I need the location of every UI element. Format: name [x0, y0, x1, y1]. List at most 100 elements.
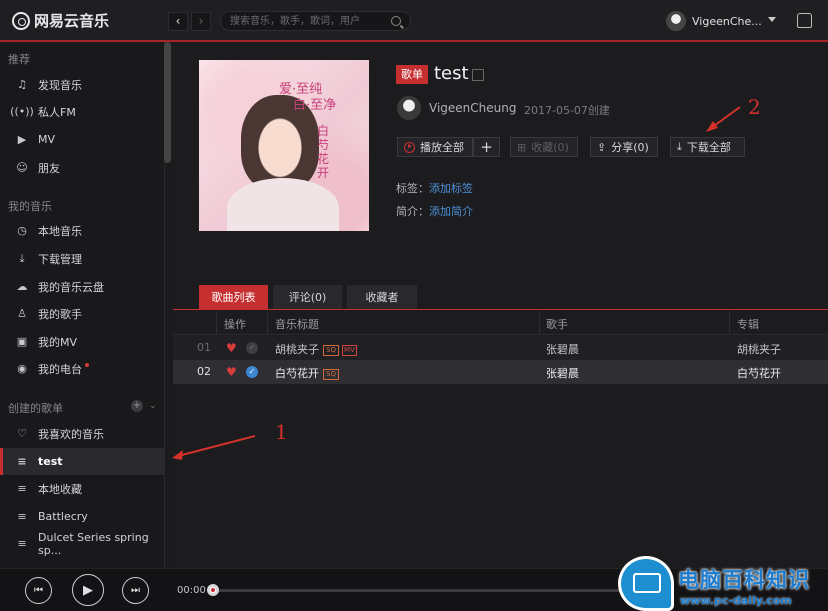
- chevron-down-icon[interactable]: [768, 17, 776, 22]
- playlist-icon: ≡: [17, 482, 27, 495]
- video-icon: ▶: [17, 133, 27, 146]
- column-header-album[interactable]: 专辑: [737, 316, 759, 332]
- play-all-button[interactable]: 播放全部: [397, 137, 473, 157]
- playlist-icon: ≡: [17, 537, 27, 550]
- row-index: 02: [197, 365, 211, 378]
- my-mv-icon: ▣: [16, 335, 28, 348]
- sidebar-item-singers[interactable]: ♙ 我的歌手: [0, 300, 164, 327]
- sidebar-item-label: 下载管理: [38, 252, 82, 266]
- creator-avatar[interactable]: [397, 96, 421, 120]
- song-title[interactable]: 胡桃夹子: [275, 343, 319, 356]
- play-icon: ▶: [83, 582, 93, 598]
- like-heart-icon[interactable]: ♥: [226, 342, 237, 354]
- tab-song-list[interactable]: 歌曲列表: [199, 285, 268, 309]
- song-album[interactable]: 白芍花开: [737, 365, 781, 381]
- sidebar-item-label: 私人FM: [38, 105, 76, 119]
- playlist-icon: ≡: [17, 510, 27, 523]
- monitor-icon: [633, 573, 661, 593]
- tab-subscribers[interactable]: 收藏者: [347, 285, 417, 309]
- table-row[interactable]: 01 ♥ ✓ 胡桃夹子 SQ MV 张碧晨 胡桃夹子: [173, 336, 828, 360]
- sidebar-item-my-mv[interactable]: ▣ 我的MV: [0, 328, 164, 355]
- sidebar-item-fm[interactable]: ((•)) 私人FM: [0, 98, 164, 125]
- user-avatar[interactable]: [666, 11, 686, 31]
- download-status-icon: ✓: [246, 342, 258, 354]
- progress-knob[interactable]: [207, 584, 219, 596]
- sidebar-item-cloud[interactable]: ☁ 我的音乐云盘: [0, 273, 164, 300]
- music-note-icon: ♫: [17, 78, 27, 91]
- creator-name[interactable]: VigeenCheung: [429, 101, 516, 115]
- song-title[interactable]: 白芍花开: [275, 367, 319, 380]
- table-row[interactable]: 02 ♥ ✓ 白芍花开 SQ 张碧晨 白芍花开: [173, 360, 828, 384]
- sidebar-item-label: 本地音乐: [38, 224, 82, 238]
- sq-quality-badge: SQ: [323, 368, 339, 380]
- app-logo[interactable]: 网易云音乐: [12, 10, 109, 31]
- play-all-label: 播放全部: [420, 141, 464, 154]
- song-album[interactable]: 胡桃夹子: [737, 341, 781, 357]
- column-header-artist[interactable]: 歌手: [546, 316, 568, 332]
- back-button[interactable]: ‹: [168, 12, 188, 31]
- tab-comments[interactable]: 评论(0): [273, 285, 342, 309]
- download-icon: ⤓: [19, 251, 25, 265]
- forward-button[interactable]: ›: [191, 12, 211, 31]
- sidebar-item-label: 我的电台: [38, 362, 82, 376]
- collect-button[interactable]: ⊞ 收藏(0): [510, 137, 578, 157]
- sidebar-item-playlist-test[interactable]: ≡ test: [0, 448, 164, 475]
- search-icon[interactable]: [391, 16, 401, 26]
- sidebar-item-playlist-dulcet[interactable]: ≡ Dulcet Series spring sp...: [0, 530, 164, 557]
- play-button[interactable]: ▶: [72, 574, 104, 606]
- heart-icon: ♡: [17, 427, 27, 440]
- notification-dot: [85, 362, 89, 367]
- column-header-title[interactable]: 音乐标题: [275, 316, 319, 332]
- cover-vertical-text: 白芍花开: [317, 124, 330, 180]
- sidebar-item-label: 我的MV: [38, 335, 78, 349]
- username[interactable]: VigeenChe...: [692, 15, 762, 28]
- edit-icon[interactable]: [472, 69, 484, 81]
- local-music-icon: ◷: [17, 224, 27, 237]
- sidebar-item-liked-music[interactable]: ♡ 我喜欢的音乐: [0, 420, 164, 447]
- add-tags-link[interactable]: 添加标签: [429, 180, 473, 196]
- download-icon: ⤓: [677, 140, 682, 153]
- next-track-button[interactable]: ⏭: [122, 577, 149, 604]
- column-divider: [216, 311, 217, 335]
- sidebar-item-label: 我喜欢的音乐: [38, 427, 104, 441]
- column-header-ops[interactable]: 操作: [224, 316, 246, 332]
- sq-quality-badge: SQ: [323, 344, 339, 356]
- sidebar-item-playlist-battlecry[interactable]: ≡ Battlecry: [0, 503, 164, 530]
- add-to-queue-button[interactable]: +: [473, 137, 500, 157]
- sidebar-item-friends[interactable]: ☺ 朋友: [0, 154, 164, 181]
- download-all-button[interactable]: ⤓ 下载全部: [670, 137, 745, 157]
- sidebar-item-discover[interactable]: ♫ 发现音乐: [0, 71, 164, 98]
- add-intro-link[interactable]: 添加简介: [429, 203, 473, 219]
- previous-track-button[interactable]: ⏮: [25, 577, 52, 604]
- chevron-down-icon[interactable]: ⌄: [149, 401, 157, 411]
- sidebar-scrollbar[interactable]: [164, 42, 171, 163]
- friends-icon: ☺: [16, 161, 28, 174]
- mv-play-icon[interactable]: MV: [341, 344, 357, 356]
- sidebar-item-local-music[interactable]: ◷ 本地音乐: [0, 217, 164, 244]
- sidebar-item-mv[interactable]: ▶ MV: [0, 126, 164, 153]
- sidebar-item-label: 本地收藏: [38, 482, 82, 496]
- app-logo-text: 网易云音乐: [34, 12, 110, 30]
- playlist-icon: ≡: [17, 455, 27, 468]
- create-date: 2017-05-07创建: [524, 104, 610, 117]
- song-artist[interactable]: 张碧晨: [546, 365, 579, 381]
- sidebar-item-dj-radio[interactable]: ◉ 我的电台: [0, 355, 164, 382]
- playlist-cover[interactable]: 爱·至纯 白·至净 白芍花开: [199, 60, 369, 231]
- add-playlist-icon[interactable]: +: [131, 400, 143, 412]
- progress-bar[interactable]: [210, 589, 620, 592]
- sidebar-item-label: Battlecry: [38, 510, 88, 523]
- playlist-title: test: [434, 63, 469, 84]
- column-divider: [729, 311, 730, 335]
- cover-title: 爱·至纯 白·至净: [279, 82, 336, 114]
- top-bar: 网易云音乐 ‹ › VigeenChe...: [0, 0, 828, 42]
- tab-underline: [173, 309, 828, 310]
- like-heart-icon[interactable]: ♥: [226, 366, 237, 378]
- share-button[interactable]: ⇪ 分享(0): [590, 137, 658, 157]
- sidebar-item-playlist-local-collection[interactable]: ≡ 本地收藏: [0, 475, 164, 502]
- song-artist[interactable]: 张碧晨: [546, 341, 579, 357]
- column-divider: [267, 311, 268, 335]
- watermark: 电脑百科知识 www.pc-daily.com: [612, 556, 828, 611]
- skin-shirt-icon[interactable]: [797, 13, 812, 28]
- sidebar-item-downloads[interactable]: ⤓ 下载管理: [0, 245, 164, 272]
- search-input[interactable]: [230, 14, 385, 29]
